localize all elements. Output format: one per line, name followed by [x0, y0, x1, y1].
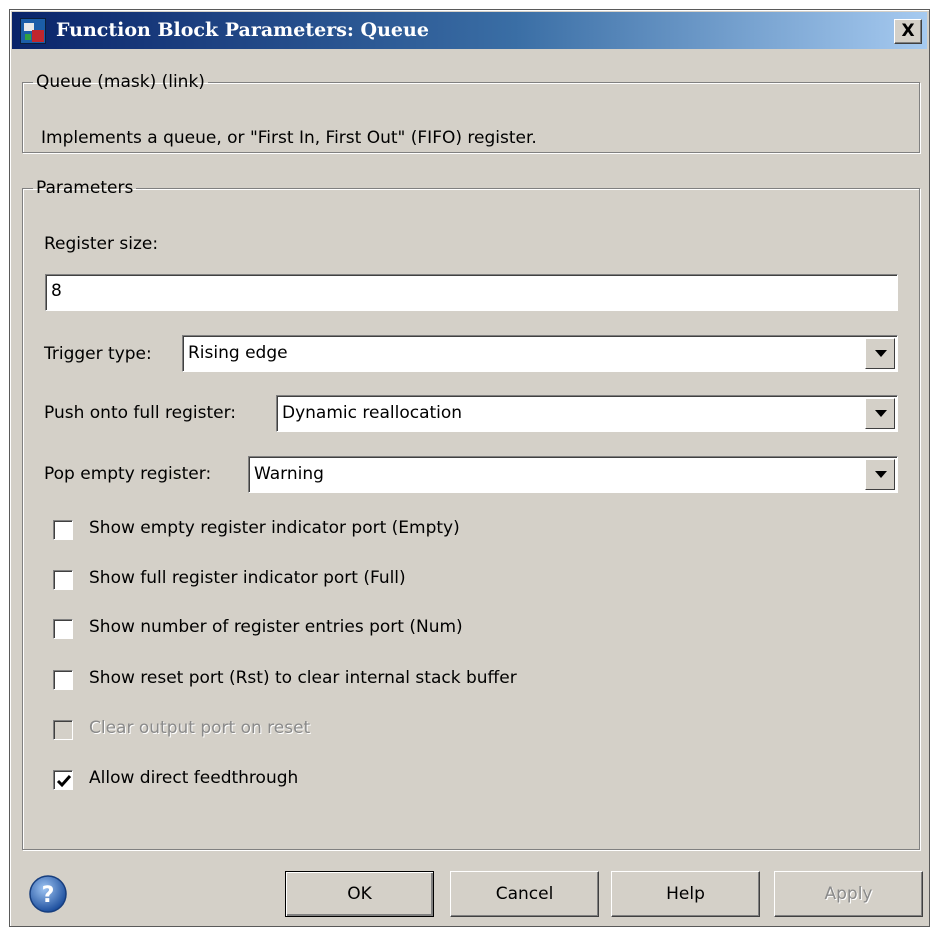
- reset-port-checkbox-label[interactable]: Show reset port (Rst) to clear internal …: [89, 668, 517, 688]
- full-port-checkbox[interactable]: [53, 570, 73, 590]
- trigger-type-label: Trigger type:: [44, 344, 152, 364]
- close-button[interactable]: X: [894, 19, 922, 44]
- clear-output-checkbox-label: Clear output port on reset: [89, 718, 311, 738]
- empty-port-checkbox[interactable]: [53, 520, 73, 540]
- register-size-value: 8: [51, 281, 62, 301]
- help-question-icon[interactable]: ?: [28, 874, 68, 914]
- push-full-label: Push onto full register:: [44, 403, 237, 423]
- app-icon: [20, 18, 46, 44]
- direct-feedthrough-checkbox-label[interactable]: Allow direct feedthrough: [89, 768, 298, 788]
- empty-port-checkbox-label[interactable]: Show empty register indicator port (Empt…: [89, 518, 460, 538]
- push-full-select[interactable]: Dynamic reallocation: [276, 395, 898, 432]
- ok-button[interactable]: OK: [285, 871, 434, 917]
- description-group: Queue (mask) (link) Implements a queue, …: [22, 72, 920, 153]
- help-button[interactable]: Help: [611, 871, 760, 917]
- svg-text:?: ?: [42, 883, 55, 908]
- chevron-down-icon: [875, 350, 887, 357]
- register-size-input[interactable]: 8: [45, 274, 898, 311]
- pop-empty-value: Warning: [254, 464, 324, 484]
- push-full-dropdown-button[interactable]: [865, 398, 895, 429]
- clear-output-checkbox: [53, 720, 73, 740]
- full-port-checkbox-label[interactable]: Show full register indicator port (Full): [89, 568, 406, 588]
- chevron-down-icon: [875, 410, 887, 417]
- pop-empty-select[interactable]: Warning: [248, 456, 898, 493]
- trigger-type-dropdown-button[interactable]: [865, 338, 895, 369]
- push-full-value: Dynamic reallocation: [282, 403, 463, 423]
- dialog-window: Function Block Parameters: Queue X Queue…: [9, 9, 930, 927]
- trigger-type-value: Rising edge: [188, 343, 288, 363]
- checkmark-icon: [56, 775, 72, 788]
- apply-button: Apply: [774, 871, 923, 917]
- description-text: Implements a queue, or "First In, First …: [41, 128, 537, 148]
- title-bar[interactable]: Function Block Parameters: Queue X: [12, 12, 927, 49]
- chevron-down-icon: [875, 471, 887, 478]
- direct-feedthrough-checkbox[interactable]: [53, 770, 73, 790]
- description-group-label: Queue (mask) (link): [36, 72, 205, 92]
- pop-empty-dropdown-button[interactable]: [865, 459, 895, 490]
- num-port-checkbox[interactable]: [53, 619, 73, 639]
- reset-port-checkbox[interactable]: [53, 670, 73, 690]
- pop-empty-label: Pop empty register:: [44, 464, 212, 484]
- parameters-group-label: Parameters: [36, 178, 134, 198]
- window-title: Function Block Parameters: Queue: [56, 19, 429, 41]
- cancel-button[interactable]: Cancel: [450, 871, 599, 917]
- num-port-checkbox-label[interactable]: Show number of register entries port (Nu…: [89, 617, 463, 637]
- register-size-label: Register size:: [44, 234, 159, 254]
- trigger-type-select[interactable]: Rising edge: [182, 335, 898, 372]
- parameters-group: Parameters Register size: 8 Trigger type…: [22, 178, 920, 850]
